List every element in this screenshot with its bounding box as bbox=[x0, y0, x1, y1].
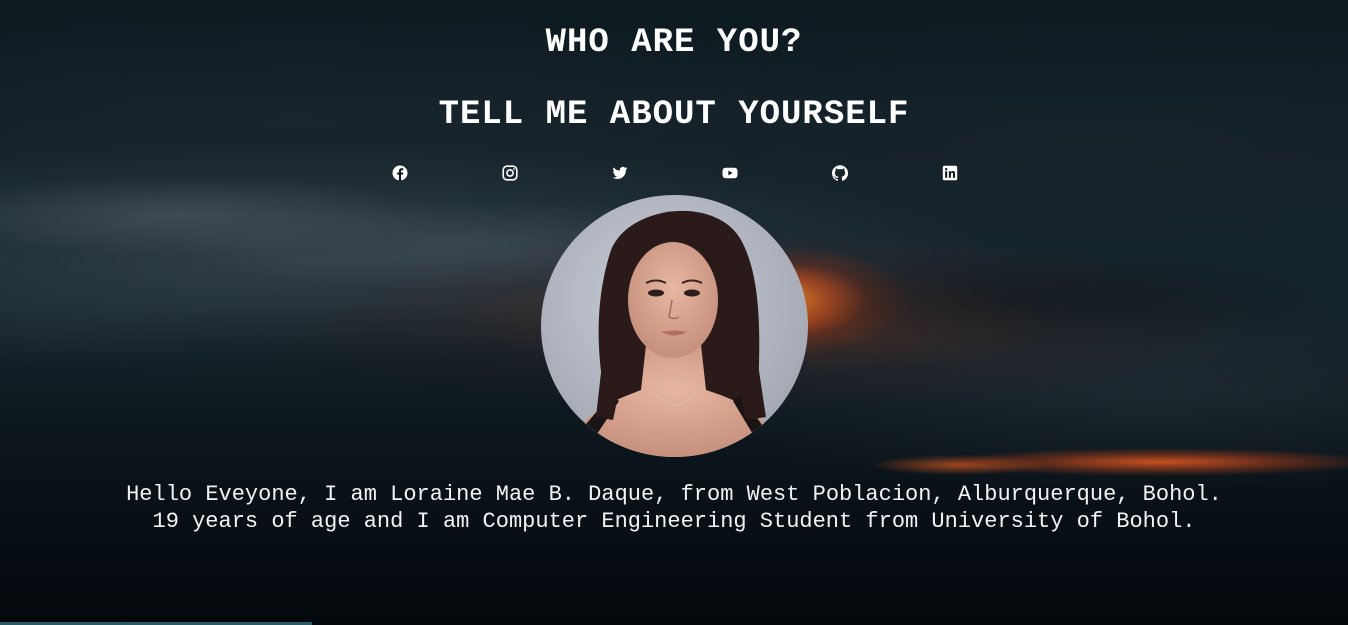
github-icon bbox=[832, 165, 848, 181]
twitter-icon bbox=[612, 165, 628, 181]
youtube-link[interactable] bbox=[720, 163, 740, 183]
linkedin-link[interactable] bbox=[940, 163, 960, 183]
instagram-link[interactable] bbox=[500, 163, 520, 183]
page-title: WHO ARE YOU? bbox=[545, 24, 803, 62]
facebook-icon bbox=[392, 165, 408, 181]
facebook-link[interactable] bbox=[390, 163, 410, 183]
instagram-icon bbox=[502, 165, 518, 181]
profile-photo bbox=[541, 195, 808, 457]
twitter-link[interactable] bbox=[610, 163, 630, 183]
social-links bbox=[0, 163, 1348, 183]
linkedin-icon bbox=[942, 165, 958, 181]
github-link[interactable] bbox=[830, 163, 850, 183]
bio-text: Hello Eveyone, I am Loraine Mae B. Daque… bbox=[126, 482, 1222, 534]
about-section: WHO ARE YOU? TELL ME ABOUT YOURSELF Hell… bbox=[0, 0, 1348, 625]
page-subtitle: TELL ME ABOUT YOURSELF bbox=[438, 96, 910, 134]
youtube-icon bbox=[722, 165, 738, 181]
